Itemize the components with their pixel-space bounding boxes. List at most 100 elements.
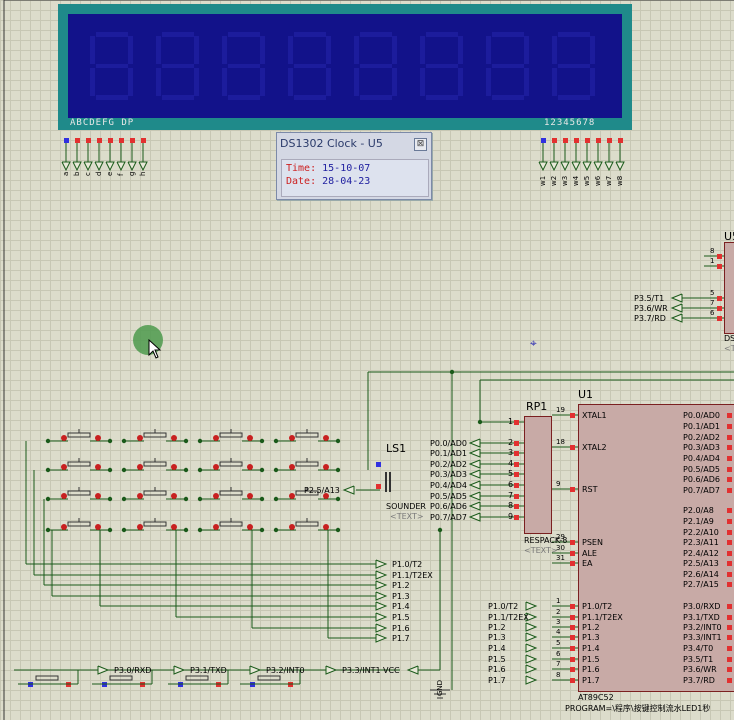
u1-port-name: P0.4/AD4 <box>683 454 720 463</box>
pin-state <box>64 138 69 143</box>
junction-dot <box>273 438 279 444</box>
u1-port-name: P3.7/RD <box>683 676 715 685</box>
pin-state <box>727 625 732 630</box>
junction-dot <box>273 496 279 502</box>
pin-state <box>717 306 722 311</box>
pin-state <box>541 138 546 143</box>
switch-pin <box>171 464 177 470</box>
switch-pin <box>213 493 219 499</box>
p1-label-chip: P1.0/T2 <box>488 602 519 611</box>
switch-pin <box>323 435 329 441</box>
u1-program: PROGRAM=\程序\按键控制流水LED1秒 <box>565 704 711 713</box>
pin-state <box>727 551 732 556</box>
pin-state <box>570 667 575 672</box>
wire <box>468 501 481 511</box>
pin-state <box>514 420 519 425</box>
wire <box>116 161 126 172</box>
p1-label-chip: P1.6 <box>488 665 506 674</box>
wire <box>342 485 355 495</box>
u1-pin-name: P1.0/T2 <box>582 602 613 611</box>
pushbutton <box>219 432 243 438</box>
u1-pin-number: 3 <box>556 618 561 626</box>
u1-ref: U1 <box>578 388 594 401</box>
pin-state <box>727 678 732 683</box>
p3-label: P3.1/TXD <box>190 666 227 675</box>
switch-pin <box>61 464 67 470</box>
switch-pin <box>247 464 253 470</box>
u1-pin-name: PSEN <box>582 538 603 547</box>
pin-state <box>727 413 732 418</box>
p1-label-left: P1.5 <box>392 613 410 622</box>
u5-pin-number: 7 <box>710 299 715 307</box>
junction-dot <box>45 527 51 533</box>
u5-pin-number: 6 <box>710 309 715 317</box>
junction-dot <box>121 438 127 444</box>
pin-state <box>514 494 519 499</box>
ls1-net: P2.5/A13 <box>304 486 340 495</box>
wire <box>249 665 262 675</box>
pin-state <box>570 413 575 418</box>
rp1-port-label: P0.1/AD1 <box>430 449 467 458</box>
p1-label-left: P1.4 <box>392 602 410 611</box>
p1-label-chip: P1.5 <box>488 655 506 664</box>
u5-top-pin: 8 <box>710 247 715 255</box>
pin-state <box>570 445 575 450</box>
rp1-pin-number: 6 <box>508 480 514 489</box>
rp1-port-label: P0.2/AD2 <box>430 460 467 469</box>
pin-state <box>514 472 519 477</box>
u1-pin-name: ALE <box>582 549 597 558</box>
u1-pin-name: P1.1/T2EX <box>582 613 623 622</box>
wire <box>525 643 538 653</box>
switch-pin <box>289 524 295 530</box>
p1-label-chip: P1.1/T2EX <box>488 613 529 622</box>
junction-dot <box>197 527 203 533</box>
wire <box>468 438 481 448</box>
wire <box>560 161 570 172</box>
wire <box>61 161 71 172</box>
probe-crosshair-icon[interactable]: ⌖ <box>530 336 537 351</box>
u5-net-label: P3.5/T1 <box>634 294 665 303</box>
pin-state <box>514 515 519 520</box>
u1-pin-name: XTAL1 <box>582 411 607 420</box>
rp1-port-label: P0.6/AD6 <box>430 502 467 511</box>
u1-port-name: P2.1/A9 <box>683 517 714 526</box>
pin-state <box>727 657 732 662</box>
switch-pin <box>137 435 143 441</box>
u1-pin-name: P1.4 <box>582 644 600 653</box>
p1-label-left: P1.1/T2EX <box>392 571 433 580</box>
junction-dot <box>273 527 279 533</box>
ls1-ref: LS1 <box>386 442 407 455</box>
pin-state <box>552 138 557 143</box>
digit-pin-label: w2 <box>550 175 558 186</box>
switch-pin <box>289 493 295 499</box>
u1-pin-number: 19 <box>556 406 565 414</box>
p1-label-chip: P1.3 <box>488 633 506 642</box>
pin-state <box>727 519 732 524</box>
junction-dot <box>45 496 51 502</box>
switch-pin <box>137 493 143 499</box>
pushbutton <box>219 490 243 496</box>
wire <box>670 293 683 303</box>
wire <box>406 665 419 675</box>
pushbutton <box>143 461 167 467</box>
pin-state <box>727 572 732 577</box>
schematic-canvas[interactable]: ABCDEFG DP 12345678 DS1302 Clock - U5 ⊠ … <box>0 0 734 720</box>
wire <box>468 512 481 522</box>
u1-pin-name: RST <box>582 485 598 494</box>
pin-state <box>514 504 519 509</box>
u5-ref: U5 <box>724 230 734 243</box>
pin-state <box>727 467 732 472</box>
pin-state <box>514 462 519 467</box>
p1-label-left: P1.0/T2 <box>392 560 423 569</box>
pin-state <box>514 451 519 456</box>
u1-port-name: P0.6/AD6 <box>683 475 720 484</box>
junction-dot <box>335 438 341 444</box>
u1-part: AT89C52 <box>578 693 614 702</box>
u1-port-name: P2.6/A14 <box>683 570 719 579</box>
segment-pin-label: c <box>84 172 92 176</box>
pin-state <box>570 561 575 566</box>
switch-pin <box>171 493 177 499</box>
wire <box>94 161 104 172</box>
pin-state <box>727 615 732 620</box>
segment-pin-label: e <box>106 171 114 176</box>
